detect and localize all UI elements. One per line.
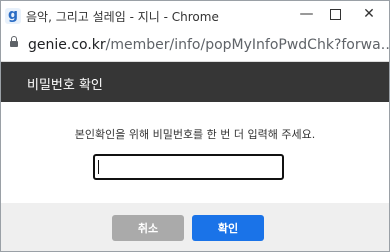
maximize-icon bbox=[330, 8, 341, 20]
confirm-button[interactable]: 확인 bbox=[192, 215, 264, 241]
maximize-button[interactable] bbox=[321, 1, 350, 29]
popup-header: 비밀번호 확인 bbox=[1, 62, 389, 102]
minimize-button[interactable]: — bbox=[292, 1, 321, 29]
url-text[interactable]: genie.co.kr/member/info/popMyInfoPwdChk?… bbox=[28, 37, 390, 53]
title-bar: g 음악, 그리고 설레임 - 지니 - Chrome — ✕ bbox=[1, 1, 389, 32]
lock-icon bbox=[10, 36, 18, 47]
text-caret bbox=[98, 160, 99, 174]
password-input[interactable] bbox=[93, 154, 284, 180]
window-title: 음악, 그리고 설레임 - 지니 - Chrome bbox=[26, 10, 219, 24]
browser-window: g 음악, 그리고 설레임 - 지니 - Chrome — ✕ genie.co… bbox=[0, 0, 390, 252]
instruction-text: 본인확인을 위해 비밀번호를 한 번 더 입력해 주세요. bbox=[74, 128, 316, 141]
address-bar[interactable]: genie.co.kr/member/info/popMyInfoPwdChk?… bbox=[1, 32, 390, 62]
popup-content: 본인확인을 위해 비밀번호를 한 번 더 입력해 주세요. bbox=[1, 102, 389, 202]
url-domain: genie.co.kr bbox=[28, 37, 106, 53]
cancel-button[interactable]: 취소 bbox=[112, 215, 184, 241]
close-button[interactable]: ✕ bbox=[350, 1, 388, 29]
url-path: /member/info/popMyInfoPwdChk?forwa… bbox=[105, 37, 390, 53]
popup-title: 비밀번호 확인 bbox=[27, 78, 103, 93]
popup-footer: 취소 확인 bbox=[1, 203, 389, 251]
genie-app-icon: g bbox=[5, 8, 21, 24]
